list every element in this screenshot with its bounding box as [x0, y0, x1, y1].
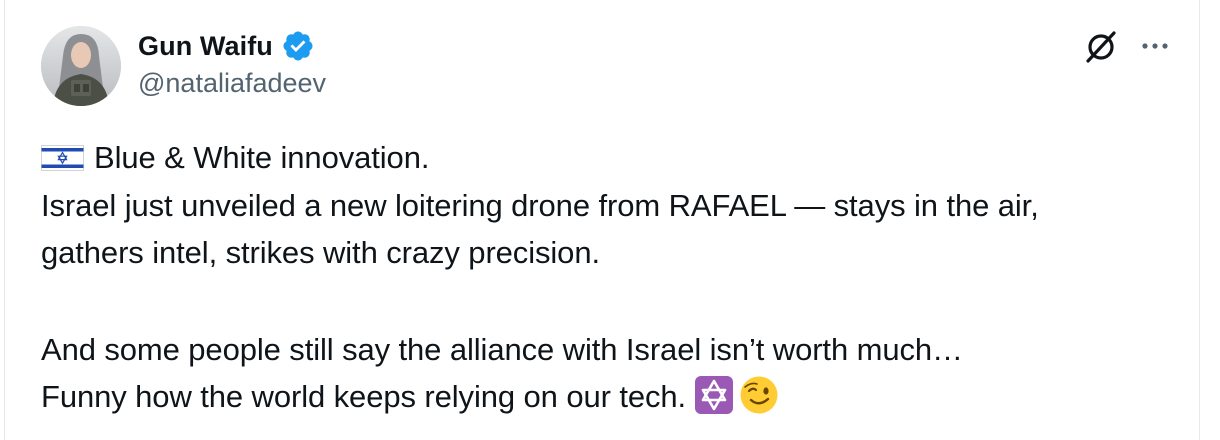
grok-icon[interactable]: [1083, 28, 1119, 64]
tweet-line-1-text: Blue & White innovation.: [94, 140, 430, 175]
avatar[interactable]: [41, 26, 121, 106]
star-of-david-emoji-icon: [694, 375, 734, 415]
avatar-photo-icon: [41, 26, 121, 106]
tweet-line-2: Israel just unveiled a new loitering dro…: [41, 187, 1039, 223]
tweet-line-3: gathers intel, strikes with crazy precis…: [41, 235, 600, 270]
tweet-line-5-text: Funny how the world keeps relying on our…: [41, 379, 687, 414]
tweet-line-5: Funny how the world keeps relying on our…: [41, 373, 1181, 421]
winking-face-emoji-icon: [739, 375, 779, 415]
author-display-name[interactable]: Gun Waifu: [138, 31, 273, 62]
author-name-row: Gun Waifu: [138, 26, 315, 66]
tweet-text: Blue & White innovation. Israel just unv…: [41, 134, 1181, 421]
israel-flag-icon: [41, 137, 84, 171]
author-handle[interactable]: @nataliafadeev: [138, 68, 326, 99]
tweet-line-4: And some people still say the alliance w…: [41, 331, 963, 367]
verified-badge-icon[interactable]: [281, 29, 315, 63]
more-options-icon[interactable]: [1139, 32, 1171, 60]
tweet-line-1: Blue & White innovation.: [41, 134, 1181, 182]
tweet-card: Gun Waifu @nataliafadeev Blue & White in…: [4, 0, 1200, 440]
